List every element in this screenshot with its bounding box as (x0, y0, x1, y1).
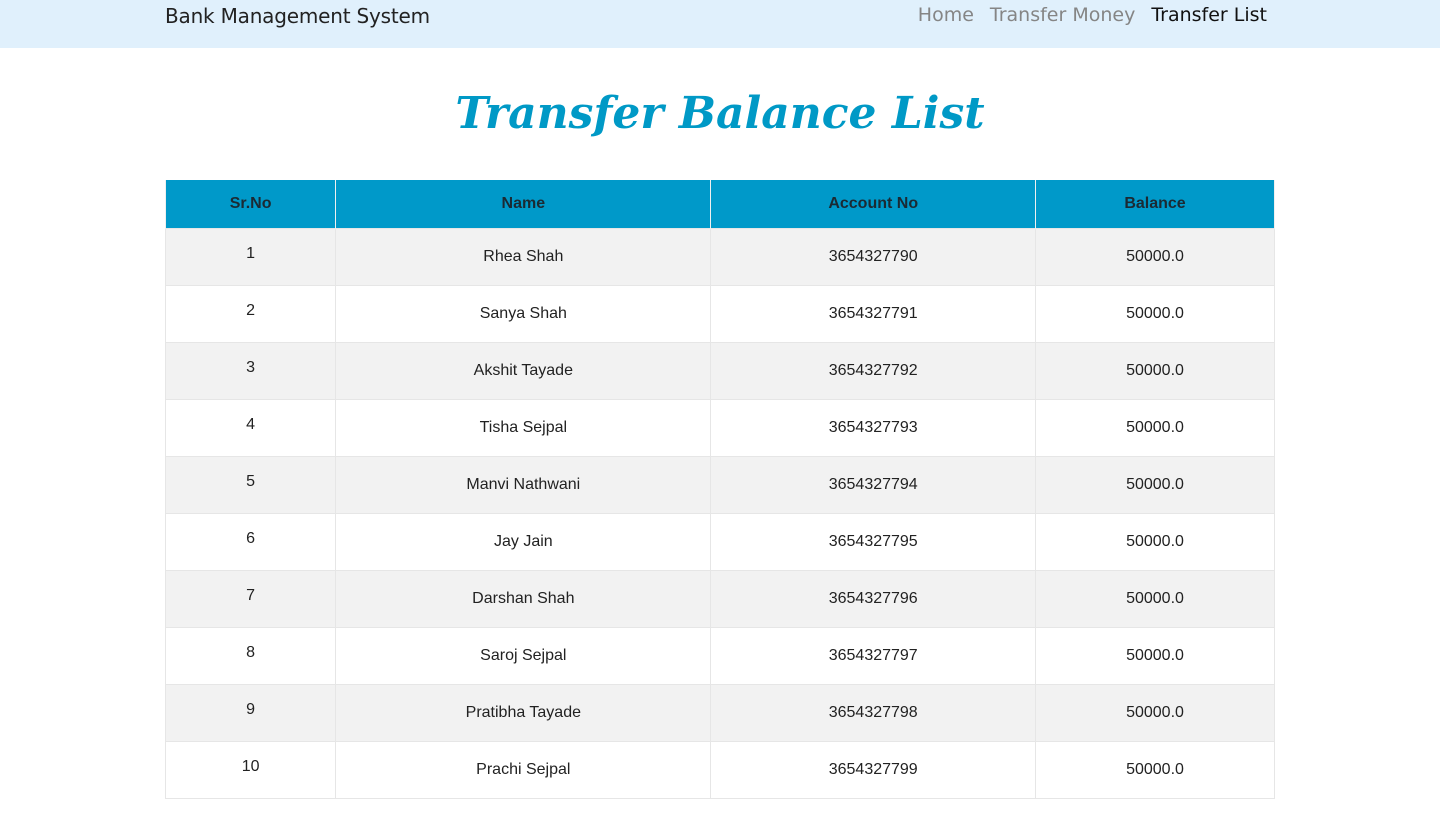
cell-account-no: 3654327796 (710, 570, 1037, 628)
cell-balance: 50000.0 (1035, 627, 1275, 685)
cell-account-no: 3654327793 (710, 399, 1037, 457)
cell-name: Prachi Sejpal (335, 741, 712, 799)
cell-account-no: 3654327790 (710, 228, 1037, 286)
cell-sr-no: 9 (164, 684, 337, 742)
cell-name: Darshan Shah (335, 570, 712, 628)
cell-sr-no: 10 (164, 741, 337, 799)
brand-link[interactable]: Bank Management System (165, 4, 430, 28)
header-balance: Balance (1035, 180, 1275, 229)
table-row: 8 Saroj Sejpal 3654327797 50000.0 (164, 627, 1275, 685)
cell-sr-no: 2 (164, 285, 337, 343)
nav-links: Home Transfer Money Transfer List (918, 4, 1267, 26)
cell-account-no: 3654327797 (710, 627, 1037, 685)
nav-link-transfer-list[interactable]: Transfer List (1151, 4, 1267, 26)
table-row: 4 Tisha Sejpal 3654327793 50000.0 (164, 399, 1275, 457)
header-sr-no: Sr.No (164, 180, 337, 229)
table-row: 5 Manvi Nathwani 3654327794 50000.0 (164, 456, 1275, 514)
cell-name: Sanya Shah (335, 285, 712, 343)
table-header-row: Sr.No Name Account No Balance (164, 180, 1275, 229)
nav-link-home[interactable]: Home (918, 4, 974, 26)
cell-sr-no: 7 (164, 570, 337, 628)
cell-sr-no: 6 (164, 513, 337, 571)
cell-name: Saroj Sejpal (335, 627, 712, 685)
cell-balance: 50000.0 (1035, 456, 1275, 514)
cell-account-no: 3654327791 (710, 285, 1037, 343)
cell-balance: 50000.0 (1035, 342, 1275, 400)
cell-account-no: 3654327792 (710, 342, 1037, 400)
cell-sr-no: 5 (164, 456, 337, 514)
cell-sr-no: 4 (164, 399, 337, 457)
table-row: 6 Jay Jain 3654327795 50000.0 (164, 513, 1275, 571)
transfer-list-table: Sr.No Name Account No Balance 1 Rhea Shah… (164, 180, 1275, 799)
cell-account-no: 3654327799 (710, 741, 1037, 799)
cell-account-no: 3654327798 (710, 684, 1037, 742)
cell-balance: 50000.0 (1035, 513, 1275, 571)
table-row: 2 Sanya Shah 3654327791 50000.0 (164, 285, 1275, 343)
cell-name: Pratibha Tayade (335, 684, 712, 742)
cell-account-no: 3654327794 (710, 456, 1037, 514)
table-row: 7 Darshan Shah 3654327796 50000.0 (164, 570, 1275, 628)
cell-sr-no: 8 (164, 627, 337, 685)
cell-balance: 50000.0 (1035, 684, 1275, 742)
nav-link-transfer-money[interactable]: Transfer Money (990, 4, 1135, 26)
cell-balance: 50000.0 (1035, 741, 1275, 799)
table-row: 1 Rhea Shah 3654327790 50000.0 (164, 228, 1275, 286)
table-row: 3 Akshit Tayade 3654327792 50000.0 (164, 342, 1275, 400)
cell-account-no: 3654327795 (710, 513, 1037, 571)
cell-name: Manvi Nathwani (335, 456, 712, 514)
cell-sr-no: 3 (164, 342, 337, 400)
cell-balance: 50000.0 (1035, 285, 1275, 343)
page-title: Transfer Balance List (455, 88, 985, 139)
cell-balance: 50000.0 (1035, 399, 1275, 457)
cell-name: Akshit Tayade (335, 342, 712, 400)
header-account-no: Account No (710, 180, 1037, 229)
cell-balance: 50000.0 (1035, 228, 1275, 286)
cell-name: Tisha Sejpal (335, 399, 712, 457)
cell-name: Rhea Shah (335, 228, 712, 286)
cell-name: Jay Jain (335, 513, 712, 571)
header-name: Name (335, 180, 712, 229)
cell-balance: 50000.0 (1035, 570, 1275, 628)
navbar: Bank Management System Home Transfer Mon… (0, 0, 1440, 48)
cell-sr-no: 1 (164, 228, 337, 286)
table-row: 10 Prachi Sejpal 3654327799 50000.0 (164, 741, 1275, 799)
table-row: 9 Pratibha Tayade 3654327798 50000.0 (164, 684, 1275, 742)
